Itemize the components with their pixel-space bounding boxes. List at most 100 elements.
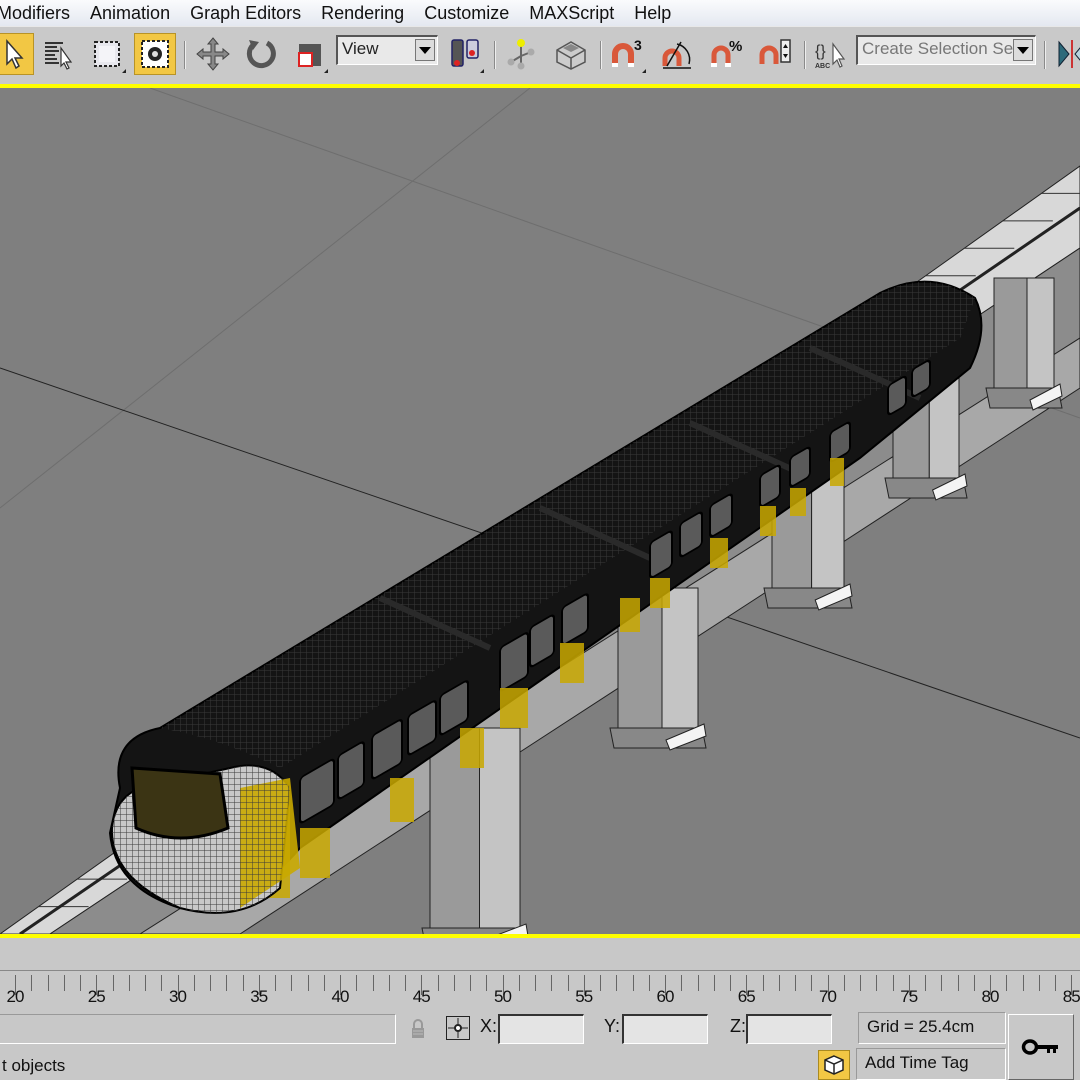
manipulate-icon	[507, 39, 535, 70]
time-ruler-tick	[632, 975, 634, 991]
time-ruler-tick	[112, 975, 114, 991]
menu-animation[interactable]: Animation	[80, 3, 180, 24]
rotate-icon	[246, 40, 276, 69]
time-ruler-tick	[145, 975, 146, 991]
main-toolbar: View 3 % {} ABC Create Selection Set	[0, 26, 1080, 84]
time-ruler[interactable]: 20 25 30 35 40 45 50 55 60 65 70 75 80 85	[0, 970, 1080, 1014]
maxscript-listener-mini[interactable]	[0, 1014, 396, 1044]
yellow-livery-panel	[620, 598, 640, 632]
toolbar-separator	[184, 41, 186, 69]
perspective-viewport[interactable]	[0, 84, 1080, 938]
time-ruler-tick	[795, 975, 796, 991]
keyboard-shortcut-override-button[interactable]	[550, 33, 592, 75]
yellow-livery-panel	[790, 488, 806, 516]
set-key-mode-button[interactable]	[1008, 1014, 1074, 1080]
svg-text:{}: {}	[815, 43, 826, 60]
select-by-name-button[interactable]	[38, 33, 80, 75]
time-ruler-tick	[128, 975, 130, 991]
prompt-line: t objects	[2, 1056, 66, 1075]
time-ruler-tick	[63, 975, 65, 991]
menu-help[interactable]: Help	[624, 3, 681, 24]
absolute-mode-transform-toggle[interactable]	[446, 1016, 470, 1040]
time-ruler-tick	[161, 975, 163, 991]
time-ruler-tick	[941, 975, 943, 991]
time-ruler-label: 75	[900, 987, 918, 1006]
rect-selection-icon	[94, 41, 120, 67]
chevron-down-icon[interactable]	[1013, 39, 1033, 61]
y-label: Y:	[604, 1016, 621, 1036]
select-and-move-button[interactable]	[192, 33, 234, 75]
toolbar-separator	[1044, 41, 1046, 69]
z-label: Z:	[730, 1016, 746, 1036]
time-ruler-label: 85	[1062, 987, 1080, 1006]
time-tag-toggle[interactable]	[818, 1050, 850, 1080]
time-ruler-tick	[437, 975, 439, 991]
scene-canvas[interactable]	[0, 88, 1080, 934]
absolute-mode-icon	[448, 1018, 468, 1038]
menu-graph-editors[interactable]: Graph Editors	[180, 3, 311, 24]
time-ruler-tick	[1038, 975, 1040, 991]
menu-modifiers[interactable]: Modifiers	[0, 3, 80, 24]
pier-face-light	[1026, 277, 1055, 389]
add-time-tag-button[interactable]: Add Time Tag	[856, 1048, 1006, 1080]
select-and-scale-button[interactable]	[288, 33, 330, 75]
time-ruler-tick	[47, 975, 49, 991]
keyboard-override-icon	[556, 41, 586, 70]
rectangular-selection-button[interactable]	[86, 33, 128, 75]
x-label: X:	[480, 1016, 498, 1036]
grid-spacing-display: Grid = 25.4cm	[858, 1012, 1006, 1044]
menu-rendering[interactable]: Rendering	[311, 3, 414, 24]
snaps-toggle-button[interactable]: 3	[606, 33, 648, 75]
yellow-livery-panel	[300, 828, 330, 878]
time-ruler-tick	[275, 975, 276, 991]
chevron-down-icon[interactable]	[415, 39, 435, 61]
time-ruler-tick	[291, 975, 293, 991]
time-ruler-label: 65	[737, 987, 756, 1006]
time-ruler-tick	[600, 975, 601, 991]
time-ruler-tick	[1022, 975, 1024, 991]
status-bar: t objects X: Y: Z: Grid = 25.4cm Add Tim…	[0, 1012, 1080, 1080]
time-ruler-tick	[925, 975, 926, 991]
select-object-button[interactable]	[0, 33, 34, 75]
time-ruler-tick	[453, 975, 455, 991]
pivot-center-icon	[451, 39, 479, 67]
z-coordinate-input[interactable]	[746, 1014, 832, 1044]
yellow-livery-panel	[710, 538, 728, 568]
select-arrow-icon	[6, 39, 24, 70]
spinner-snap-toggle-button[interactable]	[754, 33, 796, 75]
time-ruler-tick	[193, 975, 195, 991]
time-ruler-tick	[31, 975, 33, 991]
yellow-livery-panel	[560, 643, 584, 683]
time-ruler-tick	[1055, 975, 1056, 991]
bridge-pier	[985, 277, 1063, 411]
window-crossing-button[interactable]	[134, 33, 176, 75]
y-coordinate-input[interactable]	[622, 1014, 708, 1044]
mirror-button[interactable]	[1050, 33, 1080, 75]
percent-snap-toggle-button[interactable]: %	[706, 33, 748, 75]
time-ruler-tick	[892, 975, 894, 991]
edit-named-selection-sets-button[interactable]: {} ABC	[810, 33, 852, 75]
named-selection-set-dropdown[interactable]: Create Selection Set	[856, 35, 1036, 65]
select-by-name-icon	[45, 42, 73, 70]
selection-set-placeholder: Create Selection Set	[862, 39, 1018, 58]
select-and-manipulate-button[interactable]	[500, 33, 542, 75]
menu-customize[interactable]: Customize	[414, 3, 519, 24]
selection-lock-toggle[interactable]	[408, 1016, 428, 1042]
menu-maxscript[interactable]: MAXScript	[519, 3, 624, 24]
yellow-livery-panel	[830, 458, 844, 486]
window-crossing-icon	[141, 40, 169, 68]
track-bar[interactable]: 20 25 30 35 40 45 50 55 60 65 70 75 80 85	[0, 938, 1080, 1012]
grid-line	[0, 88, 531, 509]
yellow-livery-panel	[500, 688, 528, 728]
use-pivot-center-button[interactable]	[444, 33, 486, 75]
toolbar-separator	[494, 41, 496, 69]
time-ruler-tick	[356, 975, 358, 991]
time-ruler-tick	[843, 975, 845, 991]
scale-icon	[298, 44, 321, 67]
reference-coordinate-system-dropdown[interactable]: View	[336, 35, 438, 65]
time-ruler-tick	[876, 975, 878, 991]
select-and-rotate-button[interactable]	[240, 33, 282, 75]
x-coordinate-input[interactable]	[498, 1014, 584, 1044]
angle-snap-toggle-button[interactable]	[656, 33, 698, 75]
time-ruler-tick	[388, 975, 390, 991]
